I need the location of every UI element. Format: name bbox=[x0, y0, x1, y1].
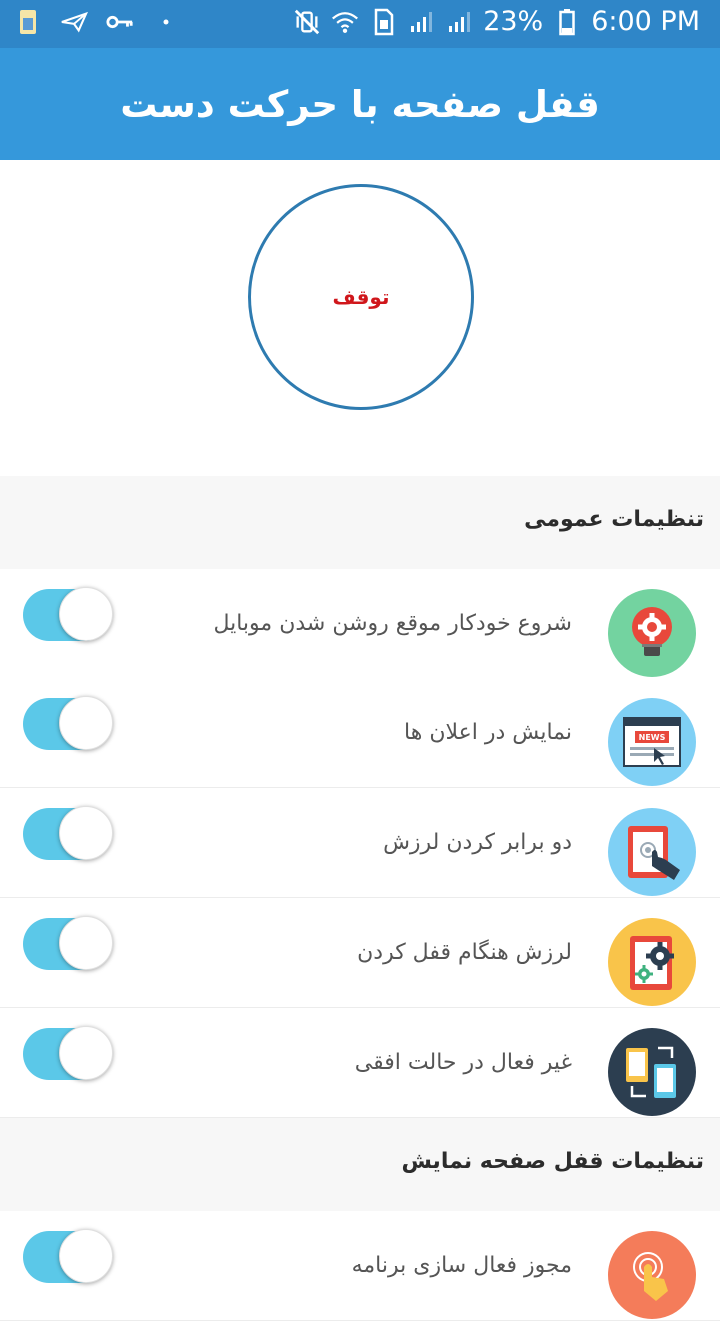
toggle-knob bbox=[59, 806, 113, 860]
setting-row-disable-landscape[interactable]: غیر فعال در حالت افقی bbox=[0, 1008, 720, 1118]
toggle-double-vibration[interactable] bbox=[23, 806, 113, 862]
news-browser-icon: NEWS bbox=[608, 698, 696, 786]
dot-icon bbox=[152, 8, 180, 36]
toggle-vibrate-on-lock[interactable] bbox=[23, 916, 113, 972]
status-left-icons bbox=[14, 8, 180, 36]
setting-label-notification: نمایش در اعلان ها bbox=[404, 720, 572, 745]
status-bar: 23% 6:00 PM bbox=[0, 0, 720, 48]
tap-permission-icon bbox=[608, 1231, 696, 1319]
setting-label-double-vibration: دو برابر کردن لرزش bbox=[383, 830, 572, 855]
sim-status-icon bbox=[369, 8, 397, 36]
toggle-knob bbox=[59, 916, 113, 970]
setting-label-app-permission: مجوز فعال سازی برنامه bbox=[351, 1253, 572, 1278]
sim-card-icon bbox=[14, 8, 42, 36]
wifi-icon bbox=[331, 8, 359, 36]
setting-row-double-vibration[interactable]: دو برابر کردن لرزش bbox=[0, 788, 720, 898]
svg-text:NEWS: NEWS bbox=[639, 733, 666, 742]
section-header-general: تنظیمات عمومی bbox=[0, 476, 720, 569]
setting-row-notification[interactable]: NEWS نمایش در اعلان ها bbox=[0, 678, 720, 788]
toggle-autostart[interactable] bbox=[23, 587, 113, 643]
setting-row-autostart[interactable]: شروع خودکار موقع روشن شدن موبایل bbox=[0, 569, 720, 679]
toggle-app-permission[interactable] bbox=[23, 1229, 113, 1285]
signal-icon-2 bbox=[445, 8, 473, 36]
signal-icon-1 bbox=[407, 8, 435, 36]
tablet-touch-icon bbox=[608, 808, 696, 896]
toggle-disable-landscape[interactable] bbox=[23, 1026, 113, 1082]
section-title-general: تنظیمات عمومی bbox=[524, 507, 704, 532]
setting-row-vibrate-on-lock[interactable]: لرزش هنگام قفل کردن bbox=[0, 898, 720, 1008]
toggle-knob bbox=[59, 696, 113, 750]
setting-label-autostart: شروع خودکار موقع روشن شدن موبایل bbox=[213, 611, 572, 636]
stop-button[interactable]: توقف bbox=[248, 184, 474, 410]
status-right-icons: 23% 6:00 PM bbox=[293, 6, 700, 37]
vpn-key-icon bbox=[106, 8, 134, 36]
rotate-devices-icon bbox=[608, 1028, 696, 1116]
lightbulb-gear-icon bbox=[608, 589, 696, 677]
setting-label-vibrate-on-lock: لرزش هنگام قفل کردن bbox=[357, 940, 572, 965]
setting-label-disable-landscape: غیر فعال در حالت افقی bbox=[354, 1050, 572, 1075]
hero-panel: توقف bbox=[0, 160, 720, 476]
setting-row-app-permission[interactable]: مجوز فعال سازی برنامه bbox=[0, 1211, 720, 1321]
battery-icon bbox=[553, 8, 581, 36]
toggle-notification[interactable] bbox=[23, 696, 113, 752]
app-bar: قفل صفحه با حرکت دست bbox=[0, 48, 720, 160]
battery-percent: 23% bbox=[483, 6, 544, 37]
section-header-lock-screen: تنظیمات قفل صفحه نمایش bbox=[0, 1118, 720, 1211]
vibrate-mute-icon bbox=[293, 8, 321, 36]
clock: 6:00 PM bbox=[591, 6, 700, 37]
app-title: قفل صفحه با حرکت دست bbox=[120, 82, 600, 126]
section-title-lock-screen: تنظیمات قفل صفحه نمایش bbox=[401, 1149, 704, 1174]
toggle-knob bbox=[59, 1229, 113, 1283]
tablet-gears-icon bbox=[608, 918, 696, 1006]
toggle-knob bbox=[59, 587, 113, 641]
stop-button-label: توقف bbox=[332, 285, 390, 309]
send-icon bbox=[60, 8, 88, 36]
toggle-knob bbox=[59, 1026, 113, 1080]
